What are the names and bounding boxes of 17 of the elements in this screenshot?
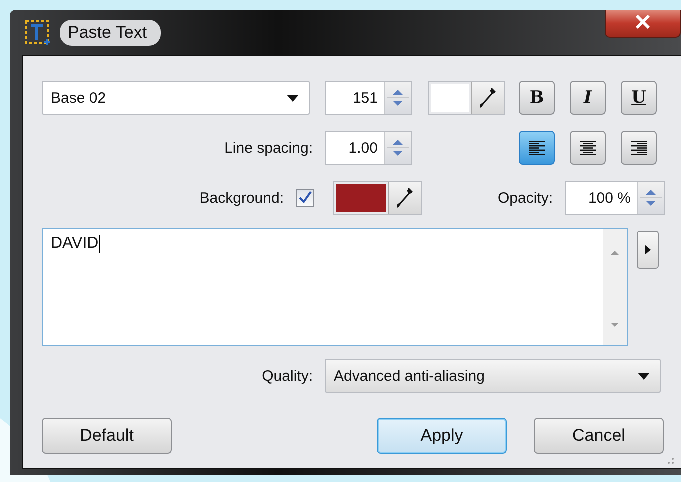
opacity-label: Opacity:: [498, 190, 553, 206]
line-spacing-label: Line spacing:: [224, 140, 313, 156]
text-input[interactable]: DAVID: [42, 228, 628, 346]
opacity-spinbox[interactable]: 100 %: [565, 181, 665, 215]
dialog-button[interactable]: Cancel: [534, 418, 664, 454]
quality-label: Quality:: [262, 368, 313, 384]
quality-dropdown[interactable]: Advanced anti-aliasing: [325, 359, 661, 393]
dialog-button[interactable]: Apply: [377, 418, 507, 454]
style-button[interactable]: I: [570, 81, 606, 115]
dialog-button[interactable]: Default: [42, 418, 172, 454]
style-button[interactable]: U: [621, 81, 657, 115]
line-spacing-spinbox[interactable]: 1.00: [325, 131, 412, 165]
window-title: Paste Text: [60, 20, 162, 46]
font-dropdown[interactable]: Base 02: [42, 81, 310, 115]
background-label: Background:: [200, 190, 284, 206]
style-button[interactable]: B: [519, 81, 555, 115]
size-spinbox[interactable]: 151: [325, 81, 412, 115]
